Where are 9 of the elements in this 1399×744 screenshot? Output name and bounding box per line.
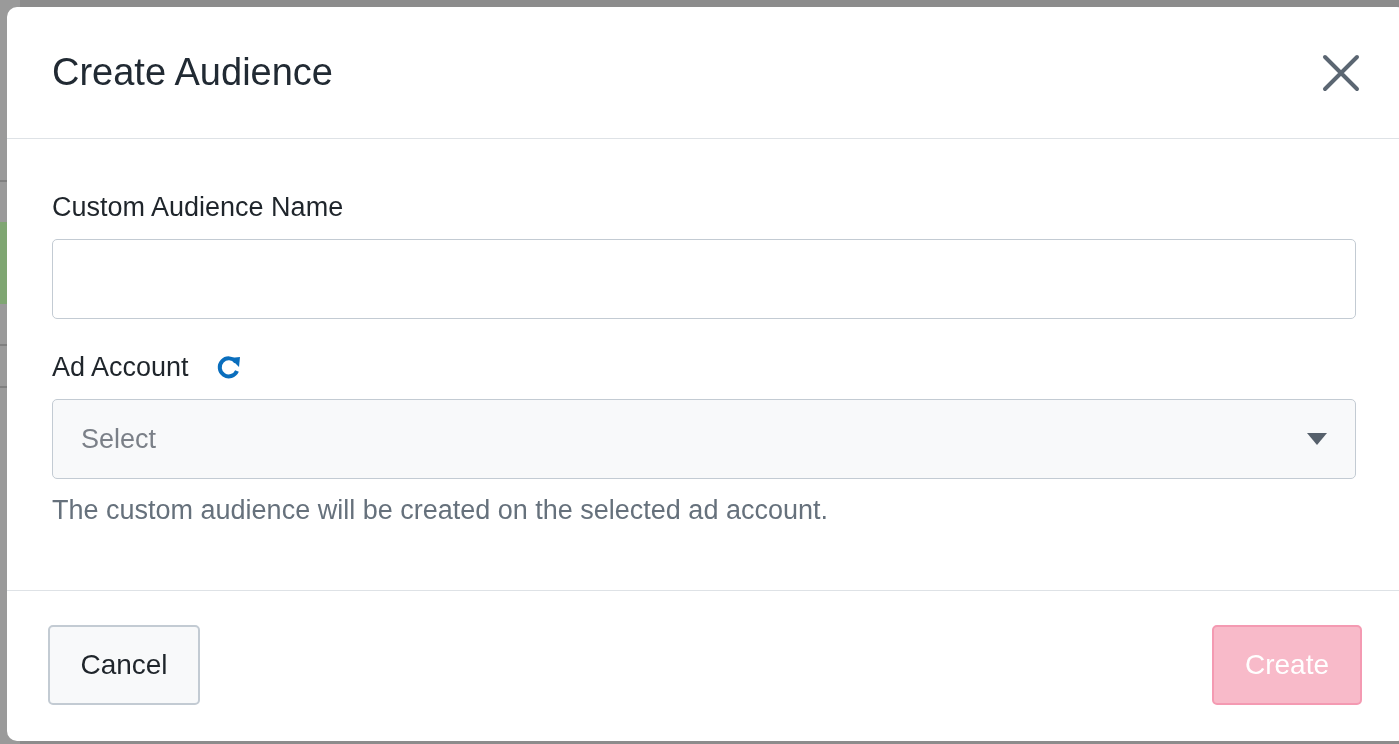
select-field[interactable]: Select — [52, 399, 1356, 479]
cancel-button[interactable]: Cancel — [48, 625, 200, 705]
field-label: Custom Audience Name — [52, 191, 344, 223]
input-field[interactable] — [52, 239, 1356, 319]
dialog-title: Create Audience — [52, 51, 333, 94]
close-icon[interactable] — [1321, 52, 1361, 93]
field-label: Ad Account — [52, 351, 189, 383]
caret-icon — [1307, 433, 1327, 445]
help-text: The custom audience will be created on the selected ad account. — [52, 495, 829, 526]
